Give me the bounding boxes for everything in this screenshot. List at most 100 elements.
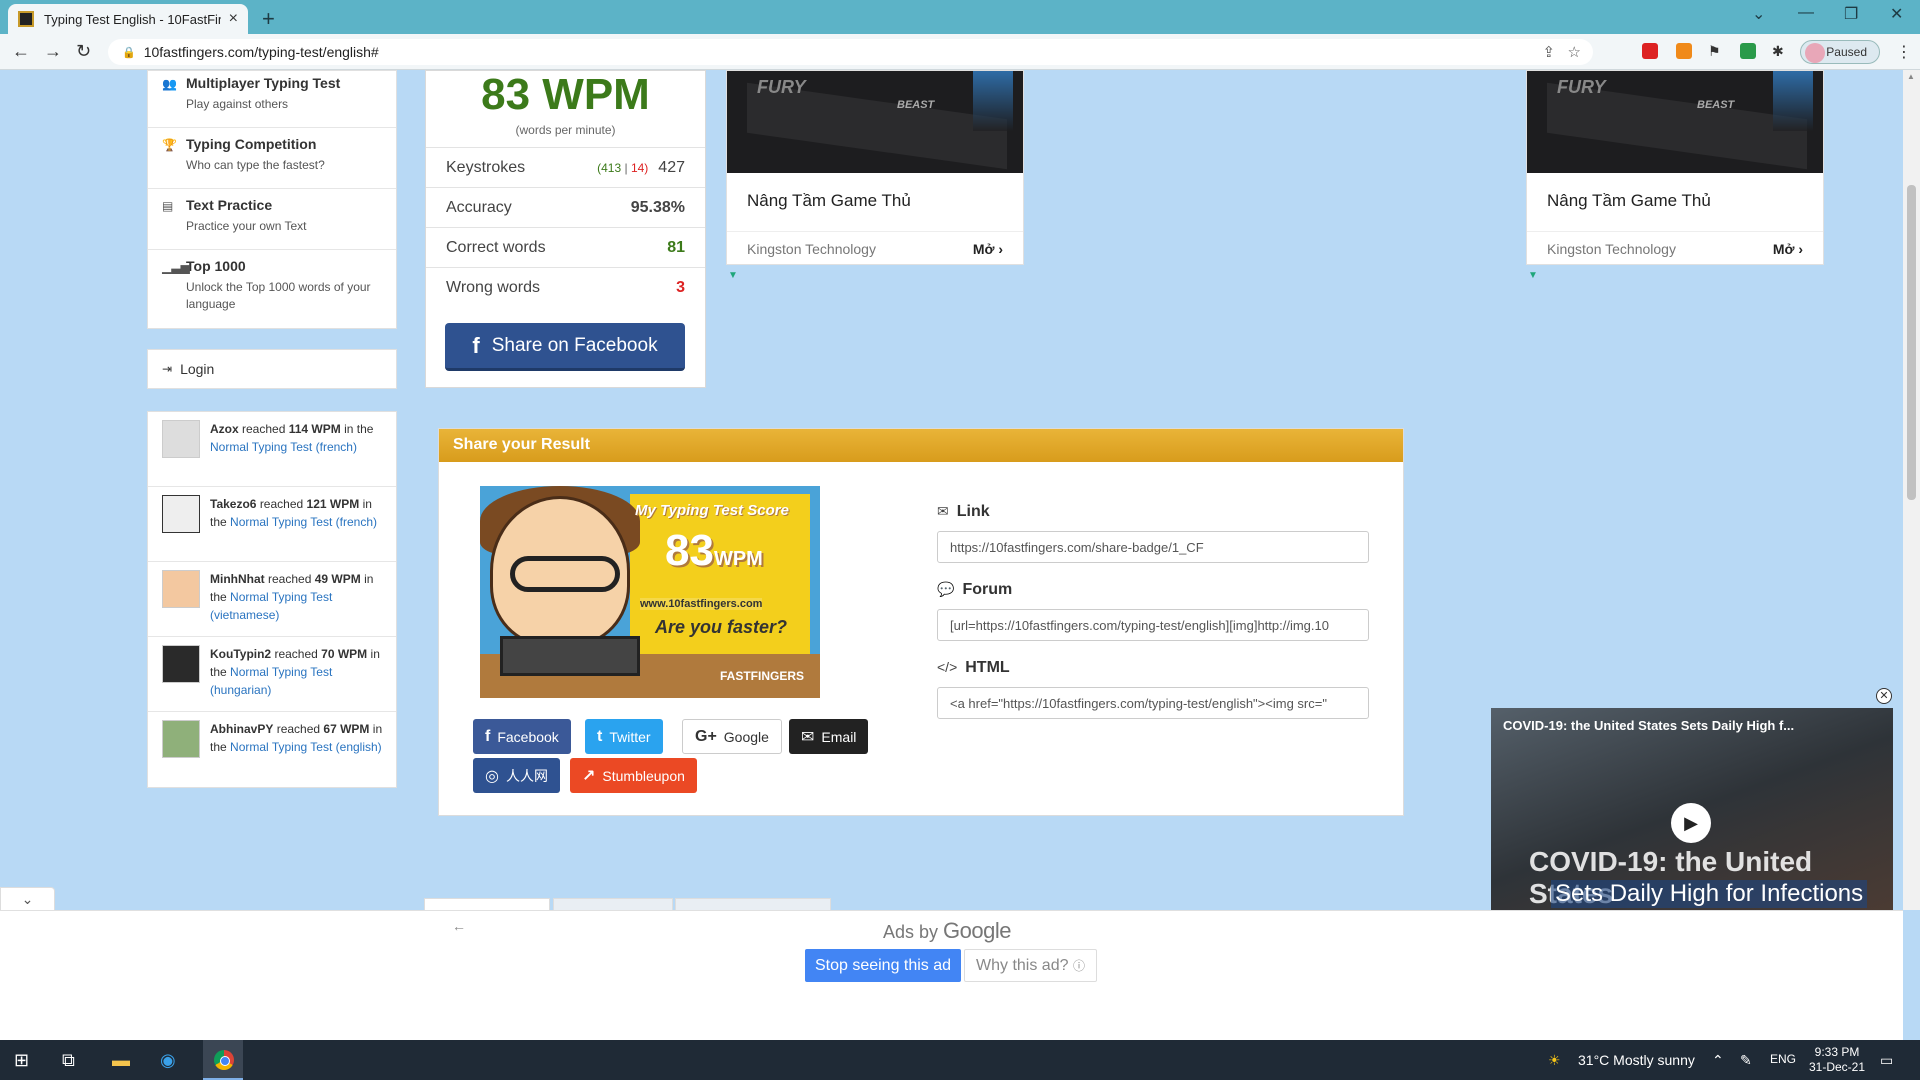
document-icon: ▤ bbox=[162, 199, 174, 213]
accuracy-row: Accuracy 95.38% bbox=[426, 187, 705, 227]
tray-chevron-icon[interactable]: ⌃ bbox=[1712, 1052, 1724, 1069]
edge-icon[interactable]: ◉ bbox=[160, 1050, 176, 1071]
login-link[interactable]: ⇥ Login bbox=[147, 349, 397, 389]
browser-tab[interactable]: Typing Test English - 10FastFingers × bbox=[8, 4, 248, 34]
back-icon[interactable]: ← bbox=[12, 41, 30, 62]
collapse-ad-button[interactable]: ⌄ bbox=[0, 887, 55, 911]
share-stumbleupon-button[interactable]: ↗ Stumbleupon bbox=[570, 758, 697, 793]
feed-wpm: 70 WPM bbox=[321, 647, 368, 661]
avatar bbox=[1805, 43, 1825, 63]
avatar[interactable] bbox=[162, 495, 200, 533]
file-explorer-icon[interactable]: ▬ bbox=[112, 1050, 130, 1071]
page-scrollbar[interactable]: ▲ bbox=[1903, 70, 1920, 910]
feed-user[interactable]: Azox bbox=[210, 422, 239, 436]
feed-test-link[interactable]: Normal Typing Test bbox=[210, 440, 312, 454]
feed-lang-link[interactable]: (hungarian) bbox=[210, 683, 271, 697]
html-field[interactable]: <a href="https://10fastfingers.com/typin… bbox=[937, 687, 1369, 719]
adchoices-icon[interactable]: ▼ bbox=[728, 270, 738, 281]
share-email-button[interactable]: ✉ Email bbox=[789, 719, 869, 754]
share-star-icons[interactable]: ⇪ ☆ bbox=[1542, 43, 1581, 61]
extension-green-icon[interactable] bbox=[1740, 43, 1756, 59]
windows-start-icon[interactable]: ⊞ bbox=[14, 1050, 29, 1071]
feed-test-link[interactable]: Normal Typing Test bbox=[230, 665, 332, 679]
weather-text[interactable]: 31°C Mostly sunny bbox=[1578, 1052, 1695, 1068]
feed-test-link[interactable]: Normal Typing Test bbox=[230, 515, 332, 529]
reload-icon[interactable]: ↻ bbox=[76, 41, 91, 62]
ad-image[interactable]: FURY BEAST bbox=[1527, 71, 1823, 173]
ad-headline[interactable]: Nâng Tầm Game Thủ bbox=[727, 173, 1023, 231]
tab-strip-item[interactable] bbox=[553, 898, 673, 910]
feed-test-link[interactable]: Normal Typing Test bbox=[230, 740, 332, 754]
avatar[interactable] bbox=[162, 420, 200, 458]
google-plus-icon: G+ bbox=[695, 727, 717, 745]
scroll-thumb[interactable] bbox=[1907, 185, 1916, 500]
feed-wpm: 121 WPM bbox=[306, 497, 360, 511]
lock-icon[interactable]: 🔒 bbox=[122, 46, 136, 59]
feed-user[interactable]: AbhinavPY bbox=[210, 722, 273, 736]
language-indicator[interactable]: ENG bbox=[1770, 1052, 1796, 1066]
close-tab-icon[interactable]: × bbox=[229, 10, 238, 28]
sidebar-item-title: Text Practice bbox=[186, 197, 273, 213]
video-title: COVID-19: the United States Sets Daily H… bbox=[1503, 718, 1795, 733]
play-icon[interactable]: ▶ bbox=[1671, 803, 1711, 843]
avatar[interactable] bbox=[162, 720, 200, 758]
ad-image[interactable]: FURY BEAST bbox=[727, 71, 1023, 173]
window-close-icon[interactable]: ✕ bbox=[1890, 4, 1903, 24]
back-arrow-icon[interactable]: ← bbox=[452, 918, 466, 934]
avatar[interactable] bbox=[162, 645, 200, 683]
notifications-icon[interactable]: ▭ bbox=[1880, 1052, 1893, 1069]
extension-flag-icon[interactable]: ⚑ bbox=[1708, 43, 1724, 59]
menu-icon[interactable]: ⋮ bbox=[1896, 42, 1912, 62]
pen-icon[interactable]: ✎ bbox=[1740, 1052, 1752, 1069]
trophy-icon: 🏆 bbox=[162, 138, 177, 152]
sidebar-item-top1000[interactable]: ▁▃▅ Top 1000 Unlock the Top 1000 words o… bbox=[148, 250, 396, 328]
ad-headline[interactable]: Nâng Tầm Game Thủ bbox=[1527, 173, 1823, 231]
avatar[interactable] bbox=[162, 570, 200, 608]
maximize-icon[interactable]: ❐ bbox=[1844, 4, 1858, 24]
address-bar[interactable]: 🔒 10fastfingers.com/typing-test/english#… bbox=[108, 39, 1593, 65]
feed-user[interactable]: KouTypin2 bbox=[210, 647, 271, 661]
scroll-up-icon[interactable]: ▲ bbox=[1907, 72, 1915, 81]
task-view-icon[interactable]: ⧉ bbox=[62, 1050, 75, 1071]
stop-seeing-ad-button[interactable]: Stop seeing this ad bbox=[805, 949, 961, 982]
feed-lang-link[interactable]: (french) bbox=[336, 515, 377, 529]
chrome-taskbar-icon[interactable] bbox=[203, 1040, 243, 1080]
share-google-button[interactable]: G+ Google bbox=[682, 719, 782, 754]
extension-red-icon[interactable] bbox=[1642, 43, 1658, 59]
minimize-icon[interactable]: — bbox=[1798, 4, 1814, 22]
tab-strip-item[interactable] bbox=[424, 898, 550, 910]
sidebar-item-multiplayer[interactable]: 👥 Multiplayer Typing Test Play against o… bbox=[148, 71, 396, 128]
share-twitter-button[interactable]: t Twitter bbox=[585, 719, 663, 754]
display-ad[interactable]: FURY BEAST Nâng Tầm Game Thủ Kingston Te… bbox=[1526, 70, 1824, 265]
share-renren-button[interactable]: ◎ 人人网 bbox=[473, 758, 560, 793]
sidebar-item-competition[interactable]: 🏆 Typing Competition Who can type the fa… bbox=[148, 128, 396, 189]
link-field[interactable]: https://10fastfingers.com/share-badge/1_… bbox=[937, 531, 1369, 563]
forward-icon[interactable]: → bbox=[44, 41, 62, 62]
ad-open-button[interactable]: Mở › bbox=[973, 241, 1003, 257]
sidebar-item-text-practice[interactable]: ▤ Text Practice Practice your own Text bbox=[148, 189, 396, 250]
video-close-icon[interactable]: ✕ bbox=[1876, 688, 1892, 704]
tab-search-icon[interactable]: ⌄ bbox=[1752, 4, 1765, 24]
feed-user[interactable]: Takezo6 bbox=[210, 497, 256, 511]
why-this-ad-button[interactable]: Why this ad? ⓘ bbox=[964, 949, 1097, 982]
feed-lang-link[interactable]: (french) bbox=[316, 440, 357, 454]
forum-field[interactable]: [url=https://10fastfingers.com/typing-te… bbox=[937, 609, 1369, 641]
feed-test-link[interactable]: Normal Typing Test bbox=[230, 590, 332, 604]
extension-orange-icon[interactable] bbox=[1676, 43, 1692, 59]
ad-open-button[interactable]: Mở › bbox=[1773, 241, 1803, 257]
display-ad[interactable]: FURY BEAST Nâng Tầm Game Thủ Kingston Te… bbox=[726, 70, 1024, 265]
ad-advertiser: Kingston Technology bbox=[747, 240, 876, 257]
video-player[interactable]: COVID-19: the United States Sets Daily H… bbox=[1491, 708, 1893, 910]
share-facebook-button[interactable]: f Facebook bbox=[473, 719, 571, 754]
weather-icon[interactable]: ☀ bbox=[1548, 1052, 1561, 1069]
new-tab-icon[interactable]: + bbox=[262, 6, 275, 32]
extensions-puzzle-icon[interactable]: ✱ bbox=[1772, 43, 1788, 59]
profile-button[interactable]: Paused bbox=[1800, 40, 1880, 64]
feed-user[interactable]: MinhNhat bbox=[210, 572, 265, 586]
tab-strip-item[interactable] bbox=[675, 898, 831, 910]
share-on-facebook-button[interactable]: f Share on Facebook bbox=[445, 323, 685, 371]
feed-lang-link[interactable]: (english) bbox=[336, 740, 382, 754]
clock[interactable]: 9:33 PM 31-Dec-21 bbox=[1809, 1045, 1865, 1075]
adchoices-icon[interactable]: ▼ bbox=[1528, 270, 1538, 281]
feed-lang-link[interactable]: (vietnamese) bbox=[210, 608, 279, 622]
